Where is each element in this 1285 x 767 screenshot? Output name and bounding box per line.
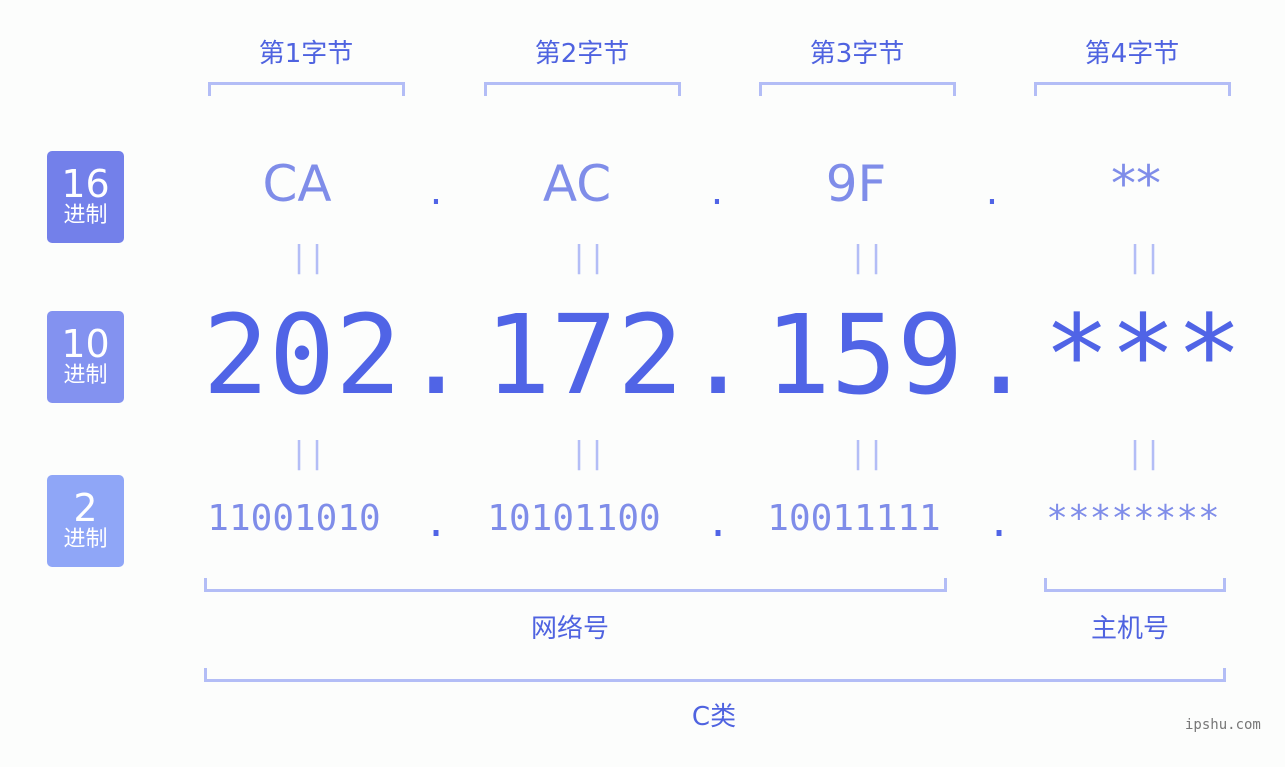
dec-badge-number: 10 <box>61 322 110 366</box>
class-bracket <box>204 668 1226 682</box>
hex-byte-2: AC <box>542 155 612 213</box>
hex-byte-3: 9F <box>825 155 887 213</box>
equals-sign: || <box>290 240 327 275</box>
equals-sign: || <box>1126 436 1163 471</box>
hex-badge: 16 进制 <box>47 151 124 243</box>
network-bracket <box>204 578 947 592</box>
byte-1-bracket <box>208 82 405 96</box>
bin-badge: 2 进制 <box>47 475 124 567</box>
bin-separator: . <box>423 500 449 546</box>
equals-sign: || <box>1126 240 1163 275</box>
hex-separator: . <box>429 168 443 214</box>
class-label: C类 <box>691 702 737 732</box>
byte-1-label: 第1字节 <box>258 39 354 69</box>
dec-badge: 10 进制 <box>47 311 124 403</box>
byte-3-label: 第3字节 <box>809 39 905 69</box>
byte-4-bracket <box>1034 82 1231 96</box>
dec-byte-2: 172 <box>484 291 684 419</box>
byte-2-label: 第2字节 <box>534 39 630 69</box>
bin-byte-4: ******** <box>1046 498 1220 539</box>
hex-separator: . <box>710 168 724 214</box>
dec-separator: . <box>403 291 470 419</box>
dec-byte-3: 159 <box>764 291 964 419</box>
byte-3-bracket <box>759 82 956 96</box>
equals-sign: || <box>290 436 327 471</box>
dec-byte-1: 202 <box>202 291 402 419</box>
dec-separator: . <box>685 291 752 419</box>
hex-separator: . <box>985 168 999 214</box>
dec-separator: . <box>968 291 1035 419</box>
network-label: 网络号 <box>530 614 609 644</box>
watermark: ipshu.com <box>1185 717 1261 733</box>
hex-badge-number: 16 <box>61 162 110 206</box>
bin-badge-unit: 进制 <box>63 527 108 552</box>
bin-byte-1: 11001010 <box>207 498 381 539</box>
dec-badge-unit: 进制 <box>63 363 108 388</box>
host-label: 主机号 <box>1090 614 1169 644</box>
byte-2-bracket <box>484 82 681 96</box>
equals-sign: || <box>849 240 886 275</box>
equals-sign: || <box>570 436 607 471</box>
bin-byte-2: 10101100 <box>487 498 661 539</box>
equals-sign: || <box>849 436 886 471</box>
dec-byte-4: *** <box>1043 291 1243 419</box>
hex-byte-4: ** <box>1111 155 1161 213</box>
hex-badge-unit: 进制 <box>63 203 108 228</box>
hex-byte-1: CA <box>262 155 332 213</box>
bin-separator: . <box>986 500 1012 546</box>
byte-4-label: 第4字节 <box>1084 39 1180 69</box>
bin-byte-3: 10011111 <box>767 498 941 539</box>
bin-separator: . <box>705 500 731 546</box>
host-bracket <box>1044 578 1226 592</box>
bin-badge-number: 2 <box>73 486 98 530</box>
equals-sign: || <box>570 240 607 275</box>
